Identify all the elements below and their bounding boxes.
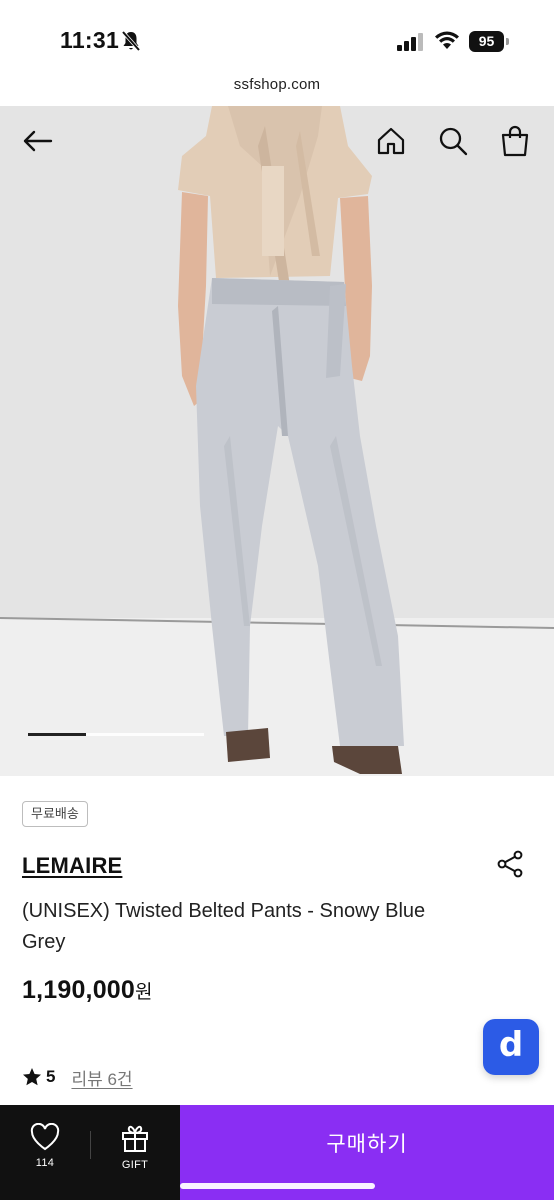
carousel-progress-fill (28, 733, 87, 736)
carousel-progress-track (28, 733, 204, 736)
product-image-carousel[interactable] (0, 106, 554, 776)
gift-button[interactable]: GIFT (90, 1123, 180, 1171)
home-button[interactable] (374, 124, 408, 158)
home-indicator (180, 1183, 375, 1189)
battery-level: 95 (469, 31, 504, 52)
star-icon (23, 1068, 41, 1086)
like-button[interactable]: 114 (0, 1123, 90, 1169)
cart-button[interactable] (498, 124, 532, 158)
floating-app-button[interactable]: d (483, 1019, 539, 1075)
heart-icon (30, 1123, 60, 1151)
price-currency: 원 (135, 982, 153, 1003)
price-value: 1,190,000 (22, 976, 136, 1004)
cellular-signal-icon (397, 33, 423, 51)
battery-cap (506, 38, 509, 45)
review-summary: 5 리뷰 6건 (22, 1065, 133, 1090)
price: 1,190,000원 (22, 976, 153, 1005)
brand-link[interactable]: LEMAIRE (22, 853, 122, 879)
product-top-nav (0, 106, 554, 176)
rating-value: 5 (46, 1067, 56, 1086)
battery-indicator: 95 (469, 31, 509, 52)
browser-url-bar[interactable]: ssfshop.com (0, 70, 554, 106)
wifi-icon (435, 31, 459, 49)
url-text: ssfshop.com (233, 76, 321, 93)
search-icon (439, 127, 468, 156)
bell-muted-icon (121, 30, 141, 52)
gift-label: GIFT (121, 1159, 149, 1171)
arrow-left-icon (23, 130, 53, 152)
bottom-left-actions: 114 GIFT (0, 1105, 180, 1200)
home-icon (377, 127, 405, 155)
free-shipping-badge: 무료배송 (22, 801, 88, 827)
gift-icon (122, 1125, 148, 1152)
back-button[interactable] (20, 124, 54, 158)
product-title: (UNISEX) Twisted Belted Pants - Snowy Bl… (22, 900, 426, 953)
search-button[interactable] (436, 124, 470, 158)
shopping-bag-icon (501, 125, 529, 157)
fab-label: d (498, 1025, 524, 1065)
review-count-link[interactable]: 리뷰 6건 (71, 1065, 132, 1090)
like-count: 114 (35, 1157, 55, 1169)
product-photo (0, 106, 554, 776)
status-bar: 11:31 95 (0, 0, 554, 70)
share-icon[interactable] (496, 850, 524, 878)
status-time: 11:31 (60, 27, 120, 53)
